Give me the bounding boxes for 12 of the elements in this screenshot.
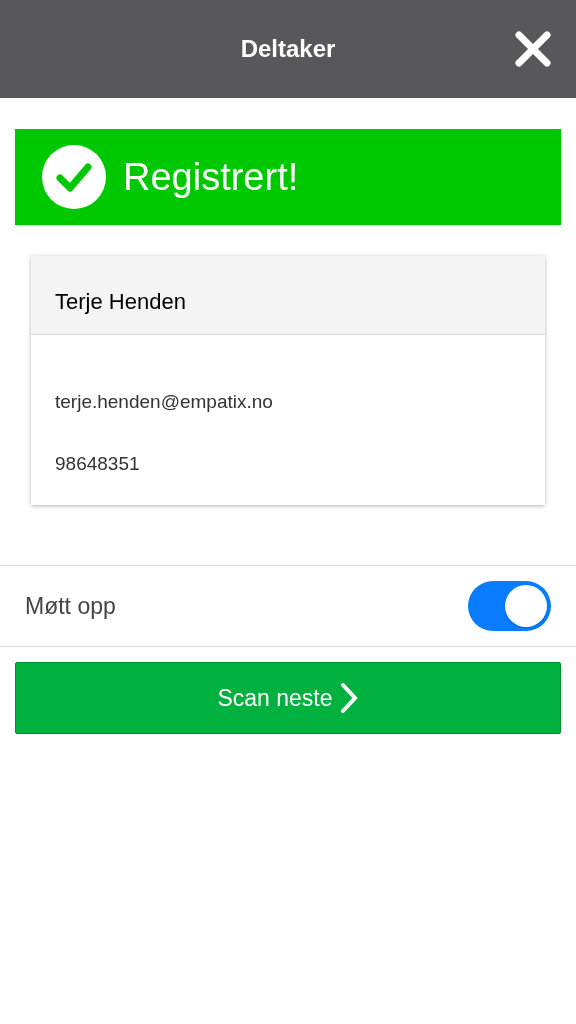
email-text: terje.henden@empatix.no xyxy=(55,390,274,414)
close-button[interactable] xyxy=(512,28,554,70)
toggle-switch[interactable] xyxy=(468,581,551,631)
scan-next-button[interactable]: Scan neste xyxy=(15,662,561,734)
check-circle-icon xyxy=(42,145,106,209)
attendance-label: Møtt opp xyxy=(25,591,116,621)
header-title: Deltaker xyxy=(240,34,336,64)
close-icon xyxy=(515,31,551,67)
banner-text: Registrert! xyxy=(123,154,299,200)
chevron-right-icon xyxy=(338,682,359,714)
participant-name: Terje Henden xyxy=(55,287,186,316)
phone-text: 98648351 xyxy=(55,451,141,476)
